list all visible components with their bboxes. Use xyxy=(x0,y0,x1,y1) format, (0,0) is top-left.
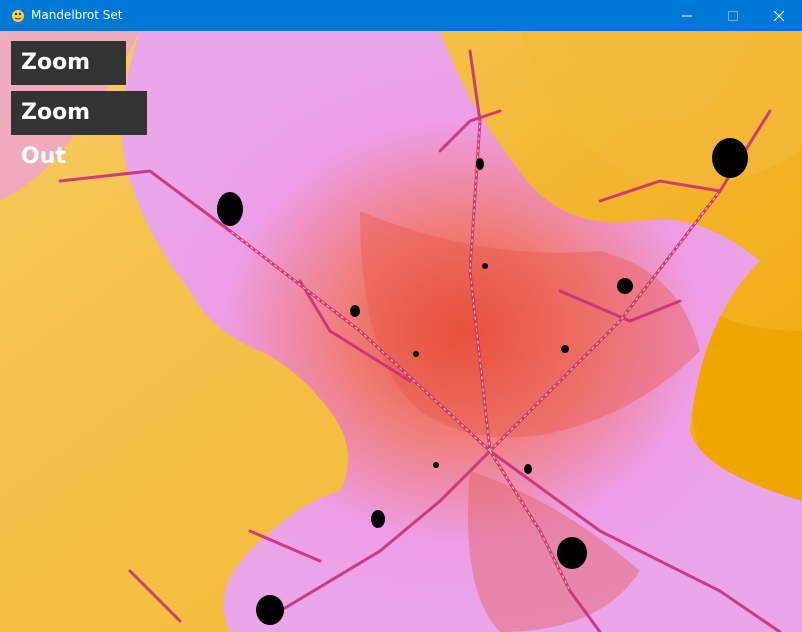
maximize-icon xyxy=(728,10,738,21)
close-icon xyxy=(774,10,784,21)
window-title: Mandelbrot Set xyxy=(31,8,123,22)
title-bar[interactable]: Mandelbrot Set xyxy=(0,0,802,31)
close-button[interactable] xyxy=(756,0,802,31)
minimize-icon xyxy=(682,15,692,16)
zoom-in-button[interactable]: Zoom In xyxy=(11,41,126,119)
python-icon xyxy=(12,10,24,22)
zoom-out-button[interactable]: Zoom Out xyxy=(11,91,147,169)
fractal-canvas[interactable]: Zoom In Zoom Out xyxy=(0,31,802,632)
app-window: Mandelbrot Set Zoom Zoom Out xyxy=(0,0,802,632)
minimize-button[interactable] xyxy=(664,0,710,31)
maximize-button[interactable] xyxy=(710,0,756,31)
